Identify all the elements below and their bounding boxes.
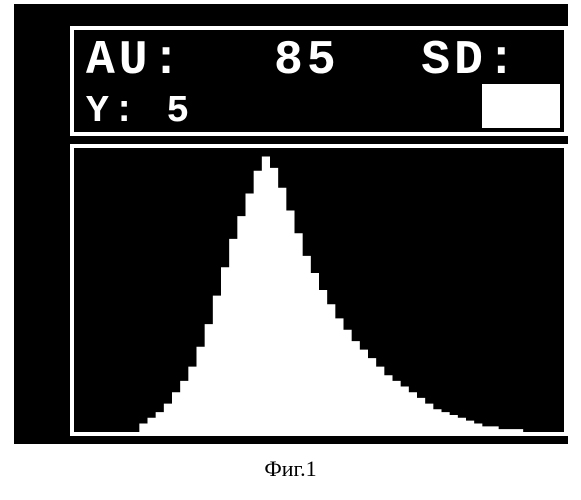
- sd-label: SD:: [421, 34, 519, 88]
- stats-line-1: AU: 85 SD: 19: [86, 34, 552, 88]
- av-value: 85: [274, 34, 340, 88]
- top-bar: [62, 4, 568, 26]
- figure-caption: Фиг.1: [0, 456, 581, 482]
- av-label: AU:: [86, 34, 184, 88]
- y-value: 5: [166, 90, 193, 133]
- indicator-block: [482, 84, 560, 128]
- y-label: Y:: [86, 90, 140, 133]
- histogram-panel: [70, 144, 568, 436]
- screen-frame: AU: 85 SD: 19 Y: 5: [14, 4, 568, 444]
- stats-header: AU: 85 SD: 19 Y: 5: [70, 26, 568, 136]
- histogram-chart: [74, 148, 564, 432]
- left-sidebar: [14, 4, 62, 444]
